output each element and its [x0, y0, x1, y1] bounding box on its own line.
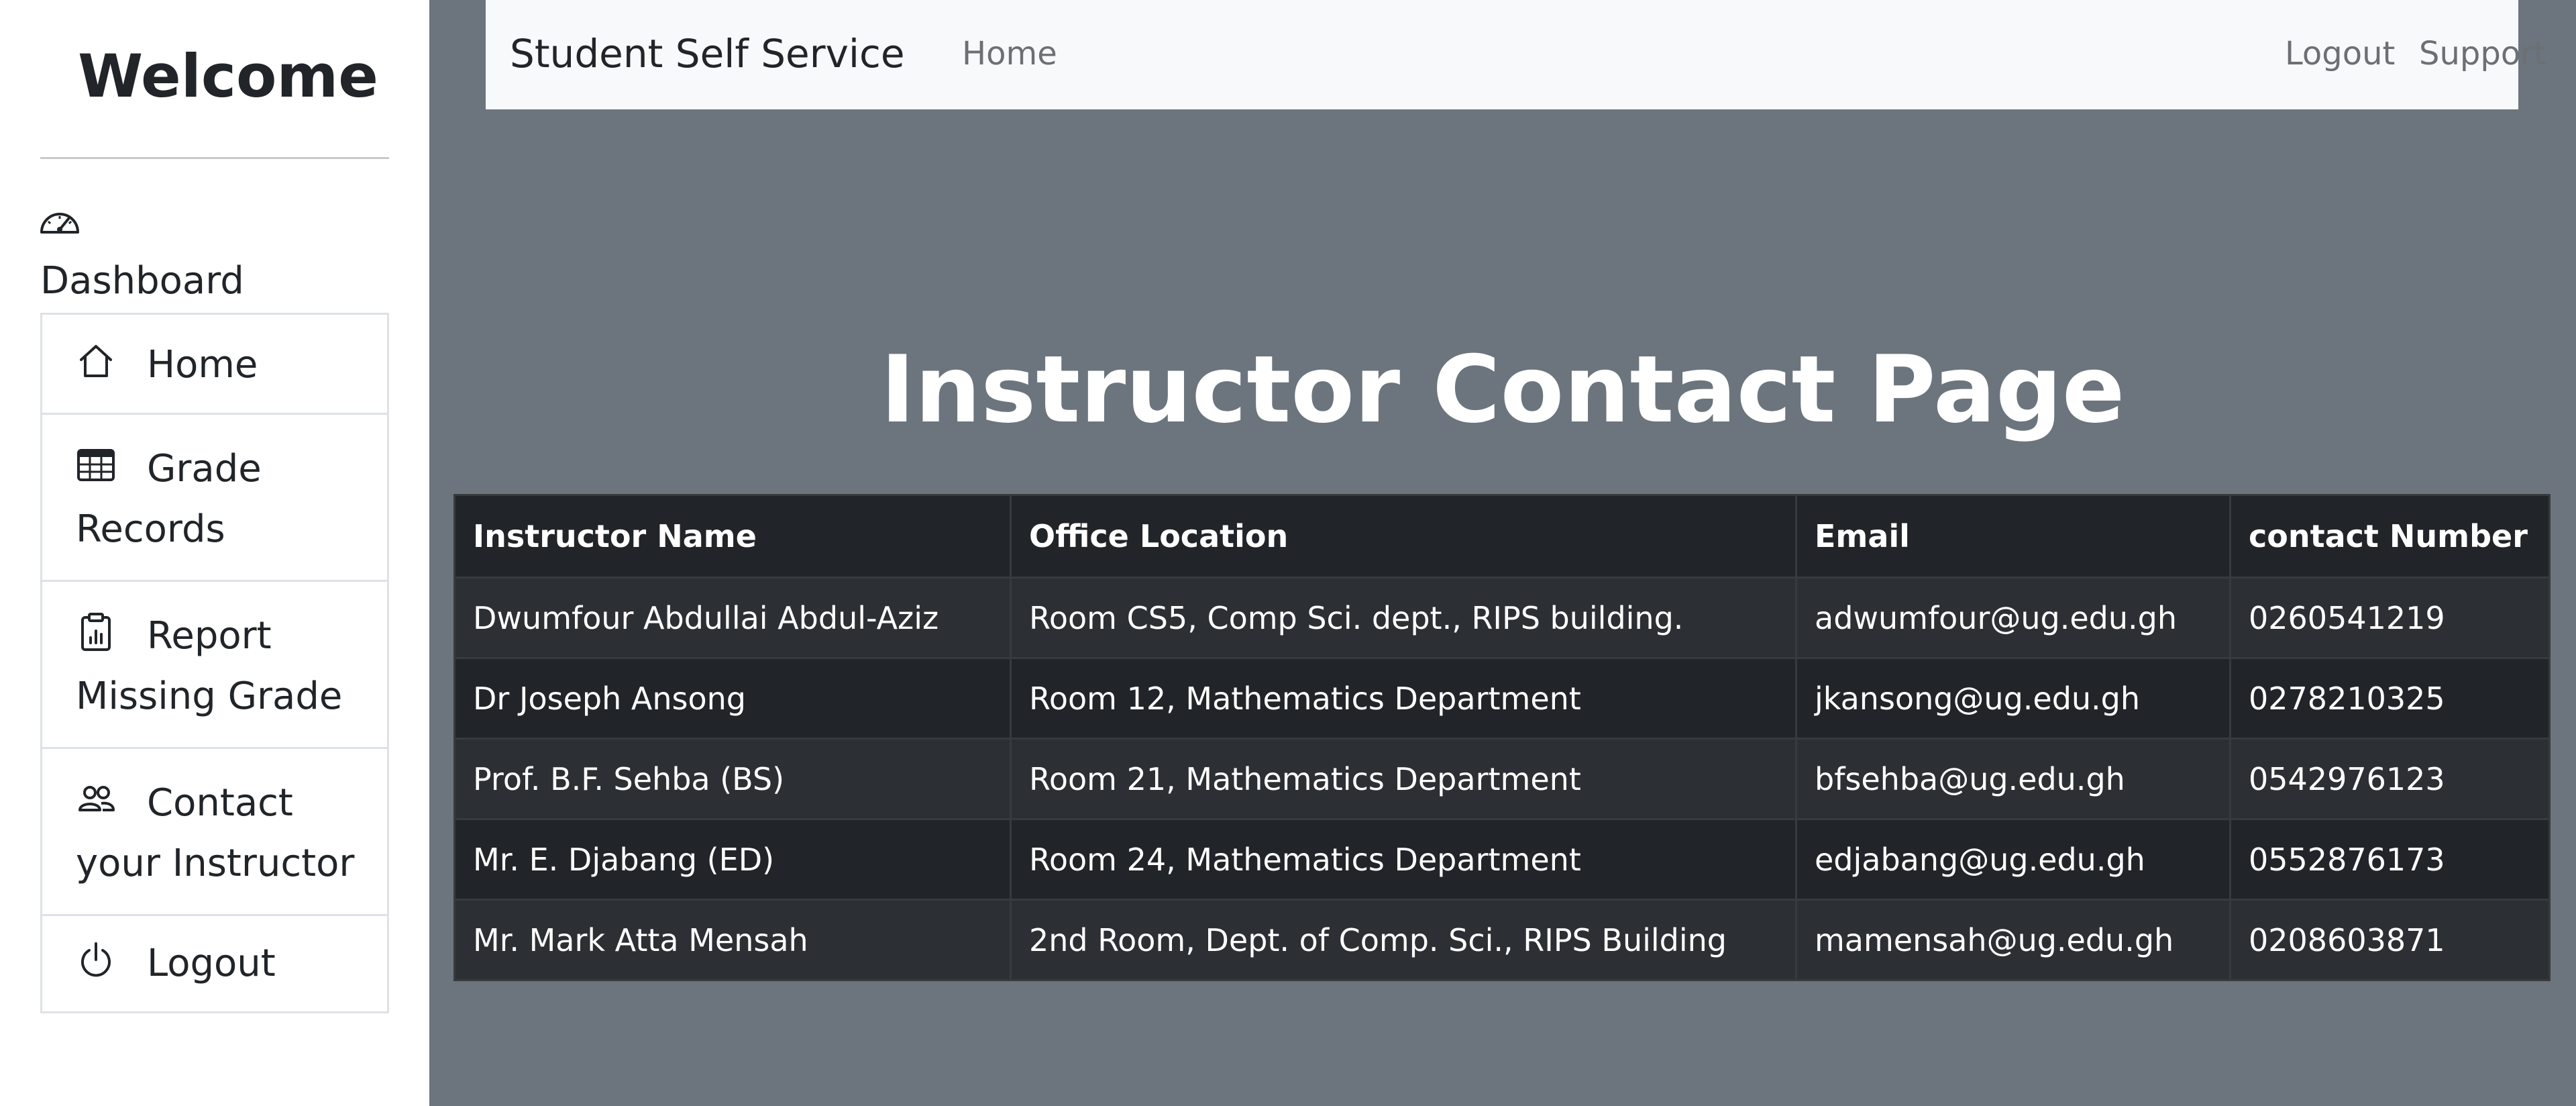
sidebar-item-label: Contact your Instructor [76, 781, 355, 885]
power-icon [76, 940, 116, 980]
navbar-logout-link[interactable]: Logout [2285, 35, 2395, 72]
office-location-cell: 2nd Room, Dept. of Comp. Sci., RIPS Buil… [1010, 899, 1797, 981]
sidebar-divider [40, 157, 389, 159]
table-header-row: Instructor Name Office Location Email co… [453, 494, 2551, 579]
column-header-office-location: Office Location [1010, 494, 1797, 579]
column-header-instructor-name: Instructor Name [453, 494, 1012, 579]
instructor-name-cell: Prof. B.F. Sehba (BS) [453, 738, 1012, 820]
contact-number-cell: 0278210325 [2229, 657, 2551, 740]
sidebar-item-home[interactable]: Home [40, 313, 389, 415]
main-content: Student Self Service Home Logout Support… [429, 0, 2576, 1106]
contact-number-cell: 0208603871 [2229, 899, 2551, 981]
navbar-home-link[interactable]: Home [962, 35, 1057, 72]
sidebar-item-logout[interactable]: Logout [40, 914, 389, 1013]
instructor-contacts-table: Instructor Name Office Location Email co… [453, 494, 2551, 981]
clipboard-data-icon [76, 612, 116, 652]
sidebar-item-label: Logout [147, 942, 276, 985]
email-cell: mamensah@ug.edu.gh [1795, 899, 2231, 981]
instructor-name-cell: Dr Joseph Ansong [453, 657, 1012, 740]
table-icon [76, 445, 116, 485]
table-row: Mr. Mark Atta Mensah 2nd Room, Dept. of … [453, 899, 2551, 981]
table-row: Mr. E. Djabang (ED) Room 24, Mathematics… [453, 818, 2551, 901]
email-cell: edjabang@ug.edu.gh [1795, 818, 2231, 901]
people-icon [76, 779, 116, 819]
dashboard-label: Dashboard [40, 259, 244, 303]
table-row: Prof. B.F. Sehba (BS) Room 21, Mathemati… [453, 738, 2551, 820]
page-title: Instructor Contact Page [880, 336, 2125, 444]
email-cell: jkansong@ug.edu.gh [1795, 657, 2231, 740]
office-location-cell: Room CS5, Comp Sci. dept., RIPS building… [1010, 576, 1797, 659]
navbar-support-link[interactable]: Support [2419, 35, 2546, 72]
welcome-heading: Welcome [78, 42, 378, 111]
office-location-cell: Room 12, Mathematics Department [1010, 657, 1797, 740]
sidebar-item-label: Home [147, 343, 258, 387]
instructor-name-cell: Dwumfour Abdullai Abdul-Aziz [453, 576, 1012, 659]
house-icon [76, 341, 116, 381]
sidebar-nav: Home Grade Records Report Missing Grade … [40, 313, 389, 1013]
sidebar-item-grade-records[interactable]: Grade Records [40, 413, 389, 582]
email-cell: adwumfour@ug.edu.gh [1795, 576, 2231, 659]
contact-number-cell: 0542976123 [2229, 738, 2551, 820]
instructor-name-cell: Mr. Mark Atta Mensah [453, 899, 1012, 981]
office-location-cell: Room 24, Mathematics Department [1010, 818, 1797, 901]
sidebar-item-contact-instructor[interactable]: Contact your Instructor [40, 747, 389, 916]
email-cell: bfsehba@ug.edu.gh [1795, 738, 2231, 820]
sidebar-item-report-missing-grade[interactable]: Report Missing Grade [40, 580, 389, 749]
table-row: Dwumfour Abdullai Abdul-Aziz Room CS5, C… [453, 576, 2551, 659]
office-location-cell: Room 21, Mathematics Department [1010, 738, 1797, 820]
column-header-contact-number: contact Number [2229, 494, 2551, 579]
table-row: Dr Joseph Ansong Room 12, Mathematics De… [453, 657, 2551, 740]
top-navbar: Student Self Service Home Logout Support [486, 0, 2546, 109]
navbar-brand[interactable]: Student Self Service [510, 31, 905, 77]
contact-number-cell: 0552876173 [2229, 818, 2551, 901]
column-header-email: Email [1795, 494, 2231, 579]
instructor-name-cell: Mr. E. Djabang (ED) [453, 818, 1012, 901]
contact-number-cell: 0260541219 [2229, 576, 2551, 659]
sidebar: Welcome Dashboard Home Grade Records Rep… [0, 0, 429, 1106]
speedometer-icon [39, 205, 80, 239]
